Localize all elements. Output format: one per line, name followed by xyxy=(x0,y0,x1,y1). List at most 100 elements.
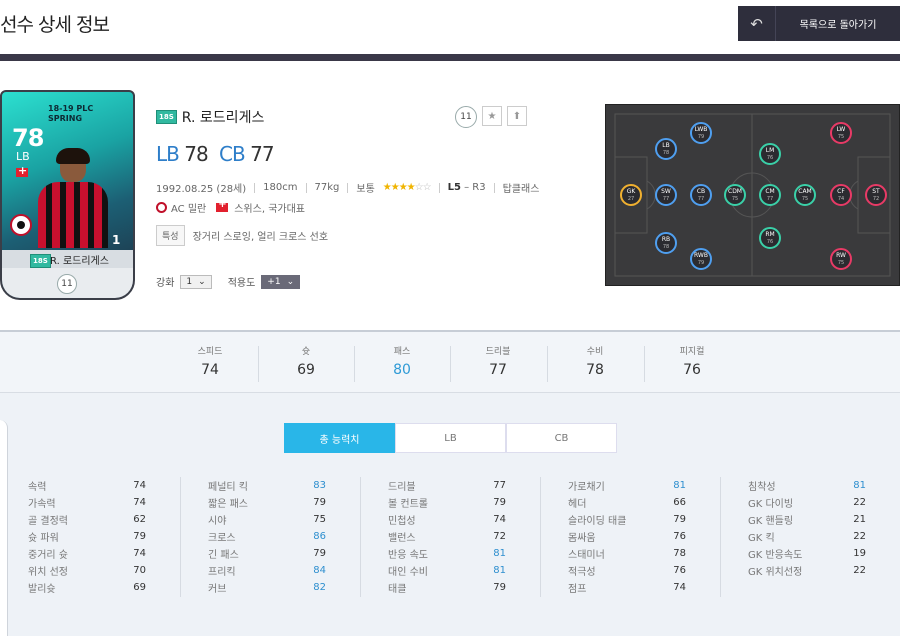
level-hexagon-icon: 11 xyxy=(57,274,77,294)
stat-row: 커브 82 xyxy=(208,582,326,595)
skill-moves: L5 – R3 xyxy=(447,182,486,193)
summary-divider xyxy=(450,346,451,382)
card-jersey-number: 1 xyxy=(112,233,121,247)
stat-row: 속력 74 xyxy=(28,480,146,493)
ac-milan-crest-icon xyxy=(10,214,32,236)
position-2: CB xyxy=(219,142,246,166)
summary-divider xyxy=(258,346,259,382)
summary-stat: 패스 80 xyxy=(393,347,411,378)
summary-stats: 스피드 74 슛 69 패스 80 드리블 77 수비 78 피지컬 76 xyxy=(0,330,900,392)
card-bottom: 11 xyxy=(2,268,133,298)
stat-column: 침착성 81 GK 다이빙 22 GK 핸들링 21 GK 킥 22 GK 반응속도 19 GK 위… xyxy=(748,477,866,579)
season-badge-icon: 18S xyxy=(156,110,177,124)
player-physical-info: 1992.08.25 (28세) 180cm 77kg 보통 ★★★★☆☆ L5… xyxy=(156,180,539,195)
page-title: 선수 상세 정보 xyxy=(0,14,110,36)
pitch-position-lwb: LWB 79 xyxy=(690,122,712,144)
pitch-position-rb: RB 78 xyxy=(655,232,677,254)
stat-row: 시야 75 xyxy=(208,514,326,527)
player-actions: 11 ★ ⬆ xyxy=(455,106,527,128)
favorite-star-icon[interactable]: ★ xyxy=(482,106,502,126)
stat-column: 가로채기 81 헤더 66 슬라이딩 태클 79 몸싸움 76 스태미너 78 적극성 76 점프 74 xyxy=(568,477,686,596)
card-position: LB xyxy=(16,150,30,163)
pitch-position-cf: CF 74 xyxy=(830,184,852,206)
position-2-value: 77 xyxy=(250,142,274,166)
stat-row: 드리블 77 xyxy=(388,480,506,493)
position-1-value: 78 xyxy=(184,142,208,166)
trait-list: 장거리 스로잉, 얼리 크로스 선호 xyxy=(192,232,329,243)
position-ratings: LB 78 CB 77 xyxy=(156,142,280,166)
player-name-row: 18S R. 로드리게스 xyxy=(156,107,264,127)
column-divider xyxy=(180,477,181,597)
stat-row: GK 위치선정 22 xyxy=(748,565,866,578)
stat-row: 침착성 81 xyxy=(748,480,866,493)
enhance-controls: 강화 1 ⌄ 적용도 +1 ⌄ xyxy=(156,274,316,289)
player-grade: 탑클래스 xyxy=(502,184,540,195)
summary-stat: 슛 69 xyxy=(297,347,315,378)
weight: 77kg xyxy=(314,182,340,193)
pitch-position-sw: SW 77 xyxy=(655,184,677,206)
stat-row: GK 다이빙 22 xyxy=(748,497,866,510)
detailed-stats: 총 능력치 LB CB 속력 74 가속력 74 골 결정력 62 슛 파워 79 중거리 슛7… xyxy=(0,392,900,636)
swiss-flag-icon xyxy=(216,199,229,212)
stat-row: 슛 파워 79 xyxy=(28,531,146,544)
back-to-list-button[interactable]: ↶ 목록으로 돌아가기 xyxy=(738,6,900,41)
chevron-down-icon: ⌄ xyxy=(286,276,295,287)
card-player-name: R. 로드리게스 xyxy=(50,255,109,267)
pitch-position-lb: LB 78 xyxy=(655,138,677,160)
player-card: 18-19 PLC SPRING 78 LB 1 18S R. 로드리게스 11 xyxy=(0,90,135,300)
position-pitch: GK 27 LB 78 SW 77 RB 78 LWB 79 CB 77 RWB 79 CDM 75 LM 76 C… xyxy=(605,104,900,286)
stat-row: GK 킥 22 xyxy=(748,531,866,544)
player-traits: 특성 장거리 스로잉, 얼리 크로스 선호 xyxy=(156,225,328,246)
page-header: 선수 상세 정보 ↶ 목록으로 돌아가기 xyxy=(0,0,900,46)
pitch-position-cb: CB 77 xyxy=(690,184,712,206)
position-1: LB xyxy=(156,142,180,166)
stat-row: 슬라이딩 태클 79 xyxy=(568,514,686,527)
tab-total[interactable]: 총 능력치 xyxy=(284,423,395,453)
upgrade-arrow-icon[interactable]: ⬆ xyxy=(507,106,527,126)
summary-divider xyxy=(644,346,645,382)
stat-row: 적극성 76 xyxy=(568,565,686,578)
level-hexagon-icon[interactable]: 11 xyxy=(455,106,477,128)
chevron-down-icon: ⌄ xyxy=(198,276,206,287)
column-divider xyxy=(540,477,541,597)
stat-row: 크로스 86 xyxy=(208,531,326,544)
card-season: 18-19 PLC SPRING xyxy=(48,104,94,123)
club-name: AC 밀란 xyxy=(171,204,207,215)
summary-stat: 수비 78 xyxy=(586,347,604,378)
stat-row: 밸런스 72 xyxy=(388,531,506,544)
apply-select[interactable]: +1 ⌄ xyxy=(261,274,301,289)
stat-row: 점프 74 xyxy=(568,582,686,595)
pitch-position-cm: CM 77 xyxy=(759,184,781,206)
stat-row: 대인 수비 81 xyxy=(388,565,506,578)
enhance-select[interactable]: 1 ⌄ xyxy=(180,274,212,289)
pitch-position-cam: CAM 75 xyxy=(794,184,816,206)
height: 180cm xyxy=(263,182,298,193)
stat-row: 가속력 74 xyxy=(28,497,146,510)
stat-row: 민첩성 74 xyxy=(388,514,506,527)
tab-lb[interactable]: LB xyxy=(395,423,506,453)
build: 보통 xyxy=(356,184,375,195)
trait-tag: 특성 xyxy=(156,225,185,246)
birth-date: 1992.08.25 (28세) xyxy=(156,184,247,195)
pitch-position-rwb: RWB 79 xyxy=(690,248,712,270)
nation-name: 스위스, 국가대표 xyxy=(234,204,305,215)
pitch-position-cdm: CDM 75 xyxy=(724,184,746,206)
stat-row: 골 결정력 62 xyxy=(28,514,146,527)
season-badge-icon: 18S xyxy=(30,254,51,268)
pitch-position-rw: RW 75 xyxy=(830,248,852,270)
stat-row: 스태미너 78 xyxy=(568,548,686,561)
tab-cb[interactable]: CB xyxy=(506,423,617,453)
weak-foot-stars-icon: ★★★★☆☆ xyxy=(382,182,432,193)
stat-row: 위치 선정 70 xyxy=(28,565,146,578)
stat-column: 속력 74 가속력 74 골 결정력 62 슛 파워 79 중거리 슛 74 위치 선정 70 발리슛 6… xyxy=(28,477,146,596)
stat-row: GK 반응속도 19 xyxy=(748,548,866,561)
pitch-position-lm: LM 76 xyxy=(759,143,781,165)
column-divider xyxy=(720,477,721,597)
card-name-bar: 18S R. 로드리게스 xyxy=(2,250,133,268)
stat-row: 몸싸움 76 xyxy=(568,531,686,544)
pitch-lines xyxy=(614,113,891,277)
summary-stat: 드리블 77 xyxy=(485,347,511,378)
stat-row: 중거리 슛 74 xyxy=(28,548,146,561)
stat-row: 가로채기 81 xyxy=(568,480,686,493)
summary-stat: 피지컬 76 xyxy=(679,347,705,378)
